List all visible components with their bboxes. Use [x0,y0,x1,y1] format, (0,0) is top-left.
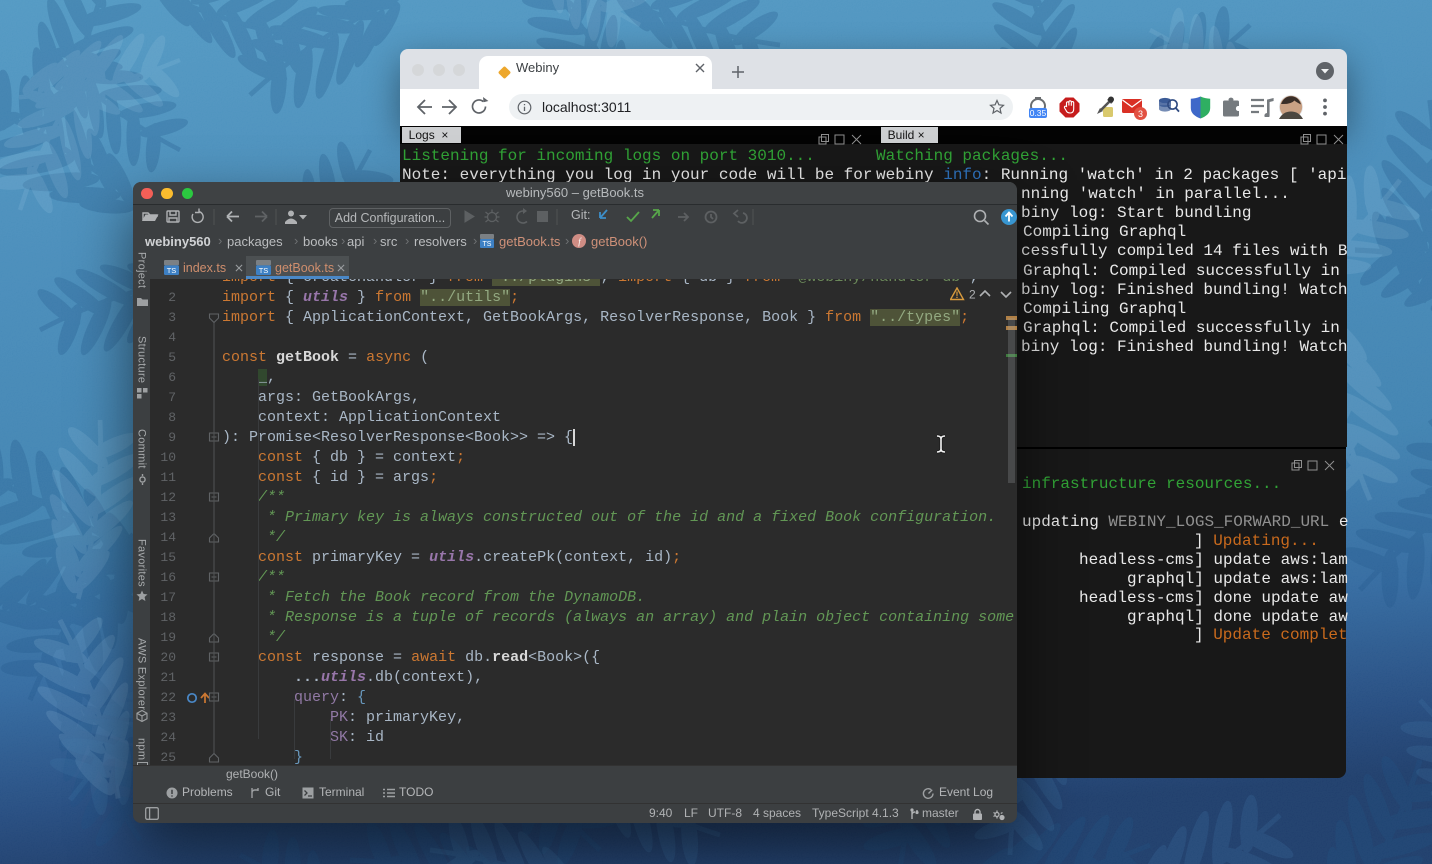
svg-text:3: 3 [1138,109,1143,119]
svg-text:0.35: 0.35 [1030,108,1047,118]
svg-text:TS: TS [259,266,269,275]
svg-text:TS: TS [167,266,177,275]
svg-text:!: ! [956,290,959,300]
svg-text:TS: TS [483,241,492,248]
svg-text:2: 2 [969,288,976,302]
